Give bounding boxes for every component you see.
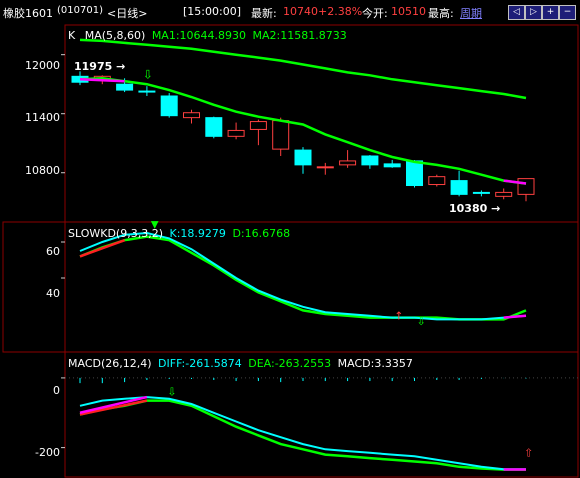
candle-body-18 (472, 191, 490, 194)
candle-body-11 (316, 166, 334, 169)
candle-body-14 (383, 163, 401, 168)
kd-ytick-60: 60 (46, 245, 60, 258)
macd-name: MACD(26,12,4) (68, 357, 152, 370)
kd-name: SLOWKD(9,3,3,2) (68, 227, 164, 240)
kd-info: SLOWKD(9,3,3,2) K:18.9279 D:16.6768 (68, 227, 290, 240)
candle-body-17 (450, 180, 468, 195)
kd-signal-up: ↑ (394, 309, 403, 322)
candle-body-3 (138, 90, 156, 93)
macd-diff-value: DIFF:-261.5874 (158, 357, 242, 370)
buy-signal-arrow: ⇩ (143, 67, 153, 81)
macd-diff-line (79, 396, 526, 471)
candle-body-10 (294, 149, 312, 166)
macd-signal-up: ⇧ (524, 446, 533, 459)
candle-body-16 (428, 176, 446, 186)
macd-ytick-0: 0 (53, 384, 60, 397)
price-info: K MA(5,8,60) MA1:10644.8930 MA2:11581.87… (68, 29, 347, 42)
k-label: K (68, 29, 76, 42)
kd-ytick-40: 40 (46, 287, 60, 300)
macd-dea-value: DEA:-263.2553 (248, 357, 332, 370)
candle-body-2 (116, 83, 134, 91)
candle-body-9 (272, 120, 290, 150)
max-price-label: 11975 → (74, 60, 126, 73)
price-ytick-10800: 10800 (25, 164, 60, 177)
macd-ytick-minus200: -200 (35, 446, 60, 459)
macd-frame (64, 351, 579, 478)
ma1-value: MA1:10644.8930 (151, 29, 247, 42)
kd-k-line (79, 231, 527, 321)
candle-body-15 (406, 160, 423, 187)
candle-body-8 (249, 121, 267, 130)
macd-signal-down: ⇩ (167, 385, 176, 398)
min-price-label: 10380 → (449, 202, 501, 215)
candle-body-13 (361, 155, 379, 166)
candle-body-20 (517, 178, 535, 195)
candle-body-6 (205, 117, 223, 137)
candle-body-19 (495, 191, 513, 197)
kd-k-value: K:18.9279 (169, 227, 226, 240)
ma-params: MA(5,8,60) (84, 29, 146, 42)
macd-info: MACD(26,12,4) DIFF:-261.5874 DEA:-263.25… (68, 357, 413, 370)
price-panel: ⇩ (61, 38, 535, 202)
candle-body-5 (183, 112, 200, 119)
price-ytick-11400: 11400 (25, 111, 60, 124)
candle-body-7 (227, 129, 245, 137)
macd-dea-line (79, 399, 526, 471)
kd-accent-end (503, 314, 527, 319)
candle-body-12 (339, 160, 357, 166)
kd-frame (2, 221, 579, 353)
kd-d-value: D:16.6768 (232, 227, 291, 240)
macd-bar-value: MACD:3.3357 (337, 357, 413, 370)
macd-panel: ⇩⇧ (61, 377, 578, 471)
ma2-value: MA2:11581.8733 (252, 29, 347, 42)
price-ytick-12000: 12000 (25, 59, 60, 72)
candle-body-4 (160, 95, 178, 117)
kd-signal-down-2: ⇩ (417, 315, 426, 328)
